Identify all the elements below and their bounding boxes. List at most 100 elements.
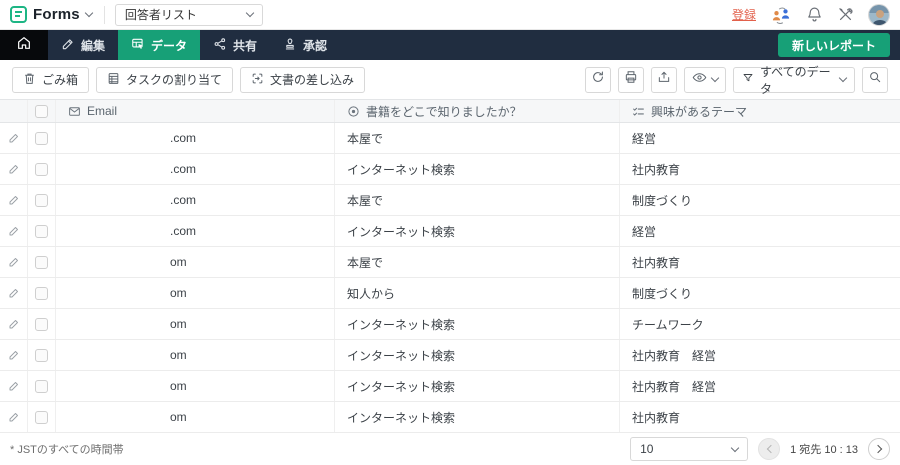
email-cell[interactable]: om [56,371,335,401]
tab-label: 承認 [303,37,327,54]
theme-cell[interactable]: 社内教育 経営 [620,371,900,401]
source-cell[interactable]: インターネット検索 [335,309,620,339]
next-page-button[interactable] [868,438,890,460]
table-row: om インターネット検索 社内教育 経営 [0,371,900,402]
pencil-icon[interactable] [8,132,20,144]
pencil-icon[interactable] [8,318,20,330]
row-checkbox-cell [28,309,56,339]
theme-cell[interactable]: 制度づくり [620,278,900,308]
email-cell[interactable]: om [56,402,335,432]
select-all-checkbox[interactable] [35,105,48,118]
theme-cell[interactable]: 経営 [620,123,900,153]
trash-button-label: ごみ箱 [42,71,78,88]
page-size-select[interactable]: 10 [630,437,748,461]
pencil-icon[interactable] [8,163,20,175]
toolbar: ごみ箱 タスクの割り当て 文書の差し込み [0,60,900,99]
row-checkbox-cell [28,247,56,277]
header-theme[interactable]: 興味があるテーマ [620,100,900,122]
theme-cell[interactable]: 経営 [620,216,900,246]
tab-approval[interactable]: 承認 [270,30,340,60]
export-button[interactable] [651,67,677,93]
email-cell[interactable]: .com [56,185,335,215]
nav-home[interactable] [0,30,48,60]
row-checkbox[interactable] [35,349,48,362]
row-checkbox[interactable] [35,380,48,393]
header-question[interactable]: 書籍をどこで知りましたか？ [335,100,620,122]
assign-task-button[interactable]: タスクの割り当て [96,67,233,93]
email-cell[interactable]: om [56,340,335,370]
theme-cell[interactable]: チームワーク [620,309,900,339]
source-cell[interactable]: インターネット検索 [335,340,620,370]
row-checkbox[interactable] [35,318,48,331]
row-checkbox-cell [28,340,56,370]
source-cell[interactable]: 知人から [335,278,620,308]
email-cell[interactable]: .com [56,216,335,246]
print-button[interactable] [618,67,644,93]
avatar[interactable] [868,4,890,26]
trash-button[interactable]: ごみ箱 [12,67,89,93]
email-cell[interactable]: .com [56,123,335,153]
source-cell[interactable]: インターネット検索 [335,154,620,184]
theme-cell[interactable]: 社内教育 [620,154,900,184]
source-cell[interactable]: インターネット検索 [335,371,620,401]
row-checkbox[interactable] [35,194,48,207]
register-link[interactable]: 登録 [732,6,756,23]
row-checkbox[interactable] [35,163,48,176]
new-report-button[interactable]: 新しいレポート [778,33,890,57]
email-cell[interactable]: om [56,247,335,277]
tab-share[interactable]: 共有 [200,30,270,60]
document-merge-button[interactable]: 文書の差し込み [240,67,365,93]
theme-cell[interactable]: 社内教育 [620,402,900,432]
edit-icon [61,37,75,54]
app-logo[interactable]: Forms [10,6,92,23]
footer: * JSTのすべての時間帯 10 1 宛先 10 : 13 [0,433,900,465]
referral-icon[interactable] [770,6,792,24]
column-visibility-button[interactable] [684,67,726,93]
pencil-icon[interactable] [8,287,20,299]
source-cell[interactable]: インターネット検索 [335,216,620,246]
email-cell[interactable]: om [56,278,335,308]
pencil-icon[interactable] [8,380,20,392]
source-cell[interactable]: 本屋で [335,247,620,277]
header-email[interactable]: Email [56,100,335,122]
checklist-icon [632,105,645,118]
source-value: インターネット検索 [347,223,455,240]
theme-cell[interactable]: 社内教育 経営 [620,340,900,370]
theme-cell[interactable]: 制度づくり [620,185,900,215]
tools-icon[interactable] [837,6,854,23]
document-merge-button-label: 文書の差し込み [270,71,354,88]
prev-page-button[interactable] [758,438,780,460]
source-value: 本屋で [347,130,383,147]
form-select[interactable]: 回答者リスト [115,4,263,26]
row-checkbox[interactable] [35,225,48,238]
chevron-down-icon [246,9,254,17]
search-button[interactable] [862,67,888,93]
source-cell[interactable]: インターネット検索 [335,402,620,432]
pencil-icon[interactable] [8,349,20,361]
theme-cell[interactable]: 社内教育 [620,247,900,277]
refresh-button[interactable] [585,67,611,93]
email-cell[interactable]: .com [56,154,335,184]
radio-icon [347,105,360,118]
pencil-icon[interactable] [8,411,20,423]
tab-data[interactable]: データ [118,30,200,60]
row-checkbox[interactable] [35,287,48,300]
filter-select[interactable]: すべてのデータ [733,67,855,93]
email-value: om [68,286,187,300]
pencil-icon[interactable] [8,194,20,206]
row-checkbox[interactable] [35,411,48,424]
pencil-icon[interactable] [8,256,20,268]
tab-edit[interactable]: 編集 [48,30,118,60]
row-checkbox[interactable] [35,132,48,145]
row-edit-cell [0,185,28,215]
bell-icon[interactable] [806,6,823,23]
source-cell[interactable]: 本屋で [335,123,620,153]
email-cell[interactable]: om [56,309,335,339]
pencil-icon[interactable] [8,225,20,237]
table-row: om 本屋で 社内教育 [0,247,900,278]
toolbar-right: すべてのデータ [585,67,888,93]
source-value: インターネット検索 [347,347,455,364]
table-header: Email 書籍をどこで知りましたか？ 興味があるテーマ [0,99,900,123]
row-checkbox[interactable] [35,256,48,269]
source-cell[interactable]: 本屋で [335,185,620,215]
